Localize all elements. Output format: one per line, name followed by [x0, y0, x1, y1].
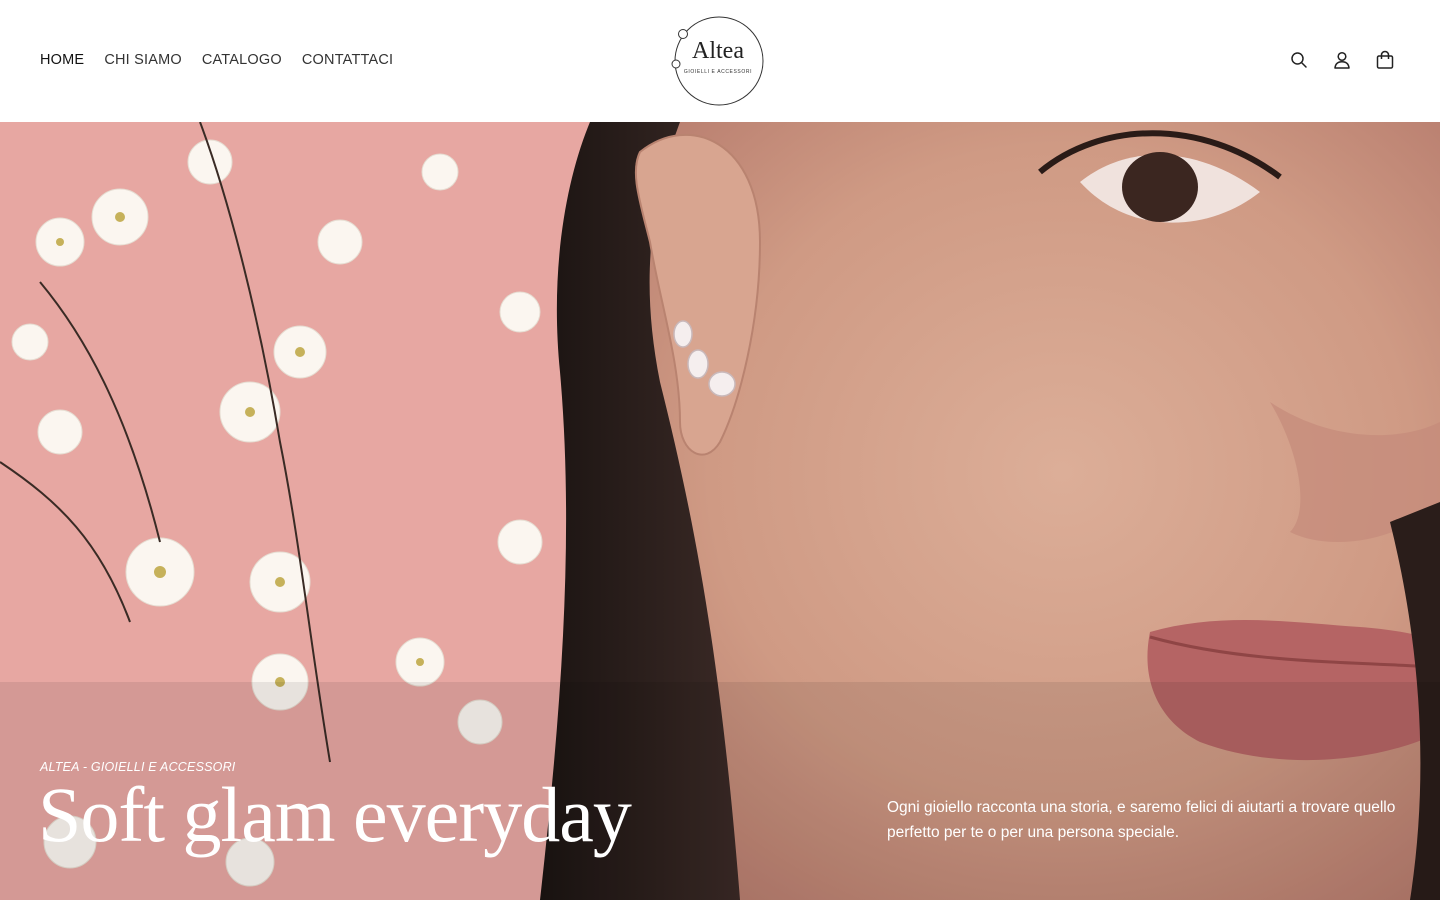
nav-contattaci[interactable]: CONTATTACI	[302, 50, 393, 70]
site-header: HOME CHI SIAMO CATALOGO CONTATTACI Altea…	[0, 0, 1440, 122]
main-nav: HOME CHI SIAMO CATALOGO CONTATTACI	[40, 50, 393, 70]
header-actions	[1288, 49, 1396, 71]
account-button[interactable]	[1331, 49, 1353, 71]
hero-title: Soft glam everyday	[38, 771, 632, 858]
nav-home[interactable]: HOME	[40, 50, 84, 70]
logo-tagline: GIOIELLI E ACCESSORI	[683, 69, 753, 75]
cart-button[interactable]	[1374, 49, 1396, 71]
hero-description: Ogni gioiello racconta una storia, e sar…	[887, 799, 1396, 841]
nav-catalogo[interactable]: CATALOGO	[202, 50, 282, 70]
search-icon	[1291, 52, 1307, 68]
hero-banner: ALTEA - GIOIELLI E ACCESSORI Soft glam e…	[0, 122, 1440, 900]
account-icon	[1334, 51, 1350, 69]
logo-name: Altea	[692, 38, 744, 64]
brand-logo[interactable]: Altea GIOIELLI E ACCESSORI	[670, 14, 766, 108]
search-button[interactable]	[1288, 49, 1310, 71]
cart-icon	[1376, 50, 1394, 69]
nav-chi-siamo[interactable]: CHI SIAMO	[104, 50, 182, 70]
